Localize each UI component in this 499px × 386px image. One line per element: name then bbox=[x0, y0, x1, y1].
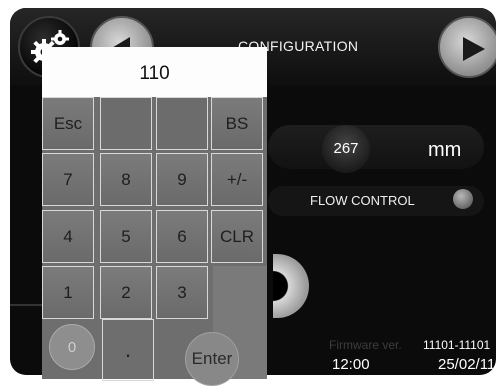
blank-key bbox=[100, 97, 152, 150]
value-field[interactable]: 267 bbox=[322, 125, 370, 173]
firmware-label: Firmware ver. bbox=[329, 338, 402, 352]
key-8[interactable]: 8 bbox=[100, 153, 152, 206]
numeric-keypad: 110 Esc BS 7 8 9 +/- 4 5 6 CLR 1 2 3 0 .… bbox=[42, 47, 267, 386]
key-2[interactable]: 2 bbox=[100, 266, 152, 319]
esc-key[interactable]: Esc bbox=[42, 97, 94, 150]
key-0[interactable]: 0 bbox=[49, 324, 95, 370]
backspace-key[interactable]: BS bbox=[211, 97, 263, 150]
key-6[interactable]: 6 bbox=[156, 210, 208, 263]
clock-time: 12:00 bbox=[332, 356, 370, 373]
keypad-display: 110 bbox=[42, 47, 267, 97]
decimal-key[interactable]: . bbox=[102, 319, 154, 381]
key-9[interactable]: 9 bbox=[156, 153, 208, 206]
enter-key[interactable]: Enter bbox=[185, 332, 239, 386]
round-button-partial[interactable] bbox=[273, 254, 309, 318]
key-3[interactable]: 3 bbox=[156, 266, 208, 319]
forward-button[interactable] bbox=[438, 16, 496, 78]
blank-key bbox=[156, 97, 208, 150]
key-4[interactable]: 4 bbox=[42, 210, 94, 263]
flow-control-toggle[interactable] bbox=[453, 189, 473, 209]
key-7[interactable]: 7 bbox=[42, 153, 94, 206]
firmware-version: 11101-11101 bbox=[423, 338, 491, 352]
key-1[interactable]: 1 bbox=[42, 266, 94, 319]
plus-minus-key[interactable]: +/- bbox=[211, 153, 263, 206]
clear-key[interactable]: CLR bbox=[211, 210, 263, 263]
key-5[interactable]: 5 bbox=[100, 210, 152, 263]
clock-date: 25/02/11 bbox=[438, 356, 496, 373]
flow-control-label: FLOW CONTROL bbox=[310, 193, 415, 208]
unit-label: mm bbox=[428, 139, 462, 161]
